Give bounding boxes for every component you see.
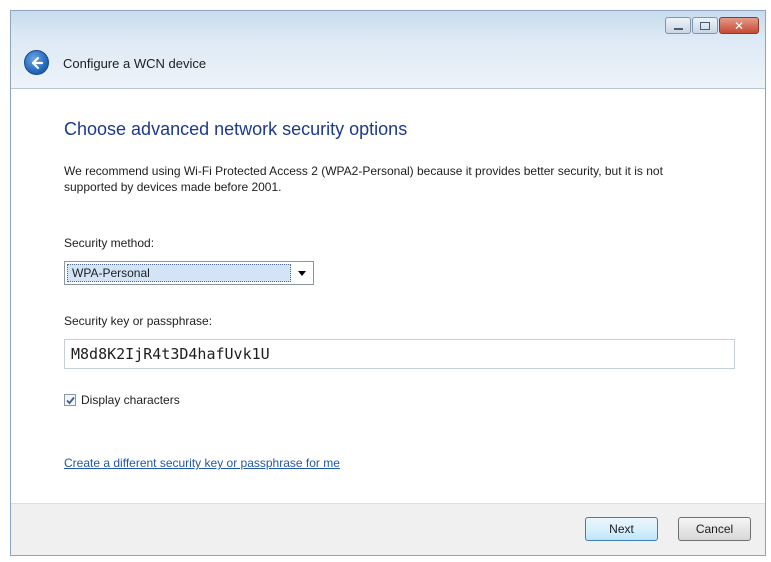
security-method-select[interactable]: WPA-Personal <box>64 261 314 285</box>
maximize-icon <box>700 21 710 30</box>
window-title: Configure a WCN device <box>63 56 207 71</box>
chevron-down-icon <box>294 266 310 280</box>
security-key-input[interactable] <box>64 339 735 369</box>
close-button[interactable]: ✕ <box>719 17 759 34</box>
minimize-icon <box>673 27 683 30</box>
security-method-value: WPA-Personal <box>67 264 291 282</box>
security-key-label: Security key or passphrase: <box>64 314 213 328</box>
wizard-window: ✕ Configure a WCN device Choose advanced… <box>10 10 766 556</box>
back-arrow-icon <box>31 56 43 69</box>
display-characters-checkbox[interactable] <box>64 394 76 406</box>
checkmark-icon <box>66 396 75 405</box>
security-method-label: Security method: <box>64 236 155 250</box>
close-icon: ✕ <box>733 18 745 33</box>
different-key-link[interactable]: Create a different security key or passp… <box>64 456 340 470</box>
description-text: We recommend using Wi-Fi Protected Acces… <box>64 164 663 194</box>
display-characters-row[interactable]: Display characters <box>64 393 180 407</box>
cancel-button[interactable]: Cancel <box>678 517 751 541</box>
minimize-button[interactable] <box>665 17 691 34</box>
button-bar: Next Cancel <box>11 503 765 555</box>
next-button[interactable]: Next <box>585 517 658 541</box>
page-title: Choose advanced network security options <box>64 119 408 139</box>
wizard-content: Choose advanced network security options… <box>11 89 765 503</box>
title-bar: ✕ Configure a WCN device <box>11 11 765 89</box>
back-button[interactable] <box>24 50 49 75</box>
caption-buttons: ✕ <box>664 17 759 34</box>
maximize-button[interactable] <box>692 17 718 34</box>
display-characters-label: Display characters <box>81 393 180 407</box>
